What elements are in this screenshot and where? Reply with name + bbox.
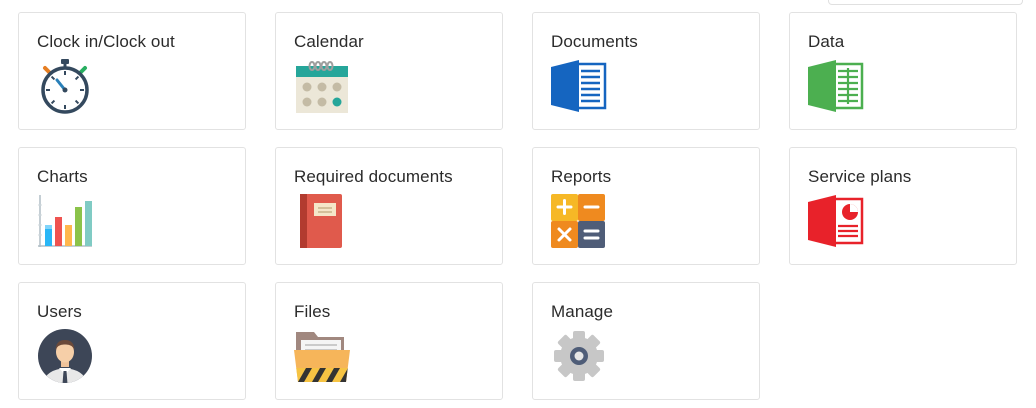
tile-label: Data — [808, 32, 845, 51]
user-avatar-icon — [37, 328, 93, 384]
tile-clock-in-clock-out[interactable]: Clock in/Clock out — [18, 12, 246, 130]
tile-label: Calendar — [294, 32, 364, 51]
tile-service-plans[interactable]: Service plans — [789, 147, 1017, 265]
folder-icon — [294, 328, 350, 384]
stopwatch-icon — [37, 58, 93, 114]
tile-reports[interactable]: Reports — [532, 147, 760, 265]
tile-users[interactable]: Users — [18, 282, 246, 400]
tile-calendar[interactable]: Calendar — [275, 12, 503, 130]
tile-label: Service plans — [808, 167, 912, 186]
bar-chart-icon — [37, 193, 93, 249]
tile-label: Clock in/Clock out — [37, 32, 175, 51]
presentation-document-icon — [808, 193, 864, 249]
tile-label: Manage — [551, 302, 614, 321]
tile-files[interactable]: Files — [275, 282, 503, 400]
notebook-icon — [294, 193, 350, 249]
spreadsheet-icon — [808, 58, 864, 114]
tile-label: Documents — [551, 32, 638, 51]
tile-charts[interactable]: Charts — [18, 147, 246, 265]
tile-label: Required documents — [294, 167, 453, 186]
tile-label: Charts — [37, 167, 88, 186]
tile-label: Reports — [551, 167, 612, 186]
tile-documents[interactable]: Documents — [532, 12, 760, 130]
calculator-icon — [551, 193, 607, 249]
tile-required-documents[interactable]: Required documents — [275, 147, 503, 265]
top-right-input[interactable] — [828, 0, 1023, 5]
tile-manage[interactable]: Manage — [532, 282, 760, 400]
tile-label: Users — [37, 302, 82, 321]
gear-icon — [551, 328, 607, 384]
tile-data[interactable]: Data — [789, 12, 1017, 130]
tile-label: Files — [294, 302, 331, 321]
calendar-icon — [294, 58, 350, 114]
word-document-icon — [551, 58, 607, 114]
